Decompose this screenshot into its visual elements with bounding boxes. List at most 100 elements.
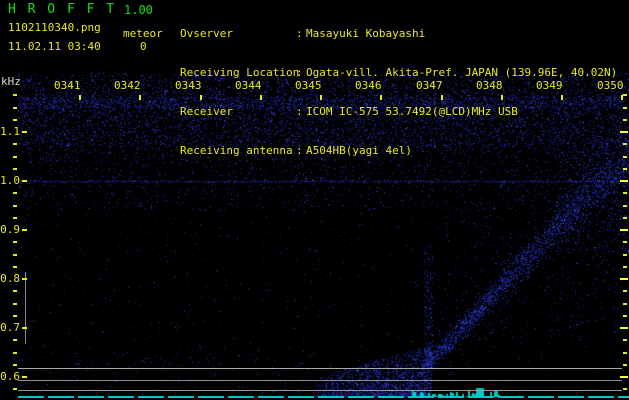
carrier-line [18, 380, 622, 381]
freq-minor-tick-right [623, 143, 627, 145]
freq-minor-tick-right [623, 388, 627, 390]
app-title: H R O F F T [8, 2, 117, 17]
freq-minor-tick-right [623, 254, 627, 256]
freq-minor-tick-left [13, 119, 17, 121]
freq-minor-tick-right [623, 94, 627, 96]
minute-tick [380, 95, 382, 100]
freq-minor-tick-left [13, 315, 17, 317]
freq-major-tick-right [620, 180, 628, 182]
minute-tick [561, 95, 563, 100]
freq-minor-tick-right [623, 303, 627, 305]
freq-minor-tick-left [13, 254, 17, 256]
info-separator: : [296, 66, 303, 79]
info-label: Receiving Location [180, 66, 300, 79]
info-separator: : [296, 27, 303, 40]
freq-major-tick-left [22, 278, 27, 280]
minute-tick [260, 95, 262, 100]
info-value: ICOM IC-575 53.7492(@LCD)MHz USB [306, 105, 518, 118]
freq-major-tick-right [620, 229, 628, 231]
freq-label: 0.9 [0, 223, 20, 236]
meteor-count: 0 [140, 40, 147, 53]
freq-minor-tick-left [13, 266, 17, 268]
freq-major-tick-right [620, 131, 628, 133]
time-label: 0341 [54, 79, 81, 92]
freq-minor-tick-right [623, 107, 627, 109]
freq-minor-tick-left [13, 303, 17, 305]
freq-minor-tick-left [13, 168, 17, 170]
freq-minor-tick-right [623, 192, 627, 194]
freq-major-tick-right [620, 327, 628, 329]
freq-minor-tick-left [13, 94, 17, 96]
info-value: Masayuki Kobayashi [306, 27, 426, 40]
freq-minor-tick-right [623, 290, 627, 292]
carrier-line [18, 368, 622, 369]
minute-tick [501, 95, 503, 100]
freq-minor-tick-left [13, 388, 17, 390]
freq-minor-tick-left [13, 217, 17, 219]
freq-label: 0.7 [0, 321, 20, 334]
time-label: 0342 [114, 79, 141, 92]
hrofft-screen: H R O F F T 1.00 1102110340.png meteor 1… [0, 0, 629, 400]
minute-tick [200, 95, 202, 100]
info-separator: : [296, 144, 303, 157]
info-row-antenna: Receiving antenna : A504HB(yagi 4el) [180, 144, 617, 157]
minute-tick [621, 95, 623, 100]
freq-minor-tick-right [623, 205, 627, 207]
meter-baseline [18, 396, 629, 398]
observer-info-block: Ovserver : Masayuki Kobayashi Receiving … [180, 1, 617, 183]
freq-minor-tick-left [13, 156, 17, 158]
minute-tick [320, 95, 322, 100]
freq-minor-tick-left [13, 205, 17, 207]
freq-label: 0.6 [0, 370, 20, 383]
freq-major-tick-left [22, 229, 27, 231]
info-row-observer: Ovserver : Masayuki Kobayashi [180, 27, 617, 40]
freq-minor-tick-right [623, 339, 627, 341]
time-label: 0345 [295, 79, 322, 92]
freq-minor-tick-right [623, 352, 627, 354]
freq-minor-tick-left [13, 143, 17, 145]
freq-major-tick-left [22, 327, 27, 329]
time-label: 0347 [416, 79, 443, 92]
info-row-receiver: Receiver : ICOM IC-575 53.7492(@LCD)MHz … [180, 105, 617, 118]
freq-minor-tick-left [13, 290, 17, 292]
freq-major-tick-right [620, 278, 628, 280]
minute-tick [79, 95, 81, 100]
freq-minor-tick-left [13, 352, 17, 354]
freq-minor-tick-right [623, 168, 627, 170]
freq-major-tick-left [22, 180, 27, 182]
freq-major-tick-left [22, 376, 27, 378]
carrier-line [18, 390, 622, 391]
info-value: A504HB(yagi 4el) [306, 144, 412, 157]
mode-label: meteor [123, 27, 163, 40]
time-label: 0350 [597, 79, 624, 92]
info-value: Ogata-vill. Akita-Pref. JAPAN (139.96E, … [306, 66, 618, 79]
freq-minor-tick-left [13, 339, 17, 341]
freq-minor-tick-left [13, 192, 17, 194]
info-label: Receiving antenna [180, 144, 293, 157]
time-label: 0348 [476, 79, 503, 92]
vertical-marker-line [25, 272, 26, 344]
freq-minor-tick-right [623, 241, 627, 243]
freq-minor-tick-right [623, 315, 627, 317]
freq-minor-tick-right [623, 364, 627, 366]
freq-label: 1.0 [0, 174, 20, 187]
freq-label: 1.1 [0, 125, 20, 138]
time-label: 0344 [235, 79, 262, 92]
app-version: 1.00 [124, 3, 153, 17]
output-filename: 1102110340.png [8, 21, 101, 34]
freq-label: 0.8 [0, 272, 20, 285]
minute-tick [139, 95, 141, 100]
freq-major-tick-left [22, 131, 27, 133]
freq-minor-tick-left [13, 107, 17, 109]
time-label: 0343 [175, 79, 202, 92]
minute-tick [441, 95, 443, 100]
observation-timestamp: 11.02.11 03:40 [8, 40, 101, 53]
info-label: Ovserver [180, 27, 233, 40]
info-row-location: Receiving Location : Ogata-vill. Akita-P… [180, 66, 617, 79]
freq-minor-tick-right [623, 156, 627, 158]
info-separator: : [296, 105, 303, 118]
time-label: 0349 [536, 79, 563, 92]
info-label: Receiver [180, 105, 233, 118]
y-axis-unit-label: kHz [1, 75, 21, 88]
freq-minor-tick-right [623, 217, 627, 219]
